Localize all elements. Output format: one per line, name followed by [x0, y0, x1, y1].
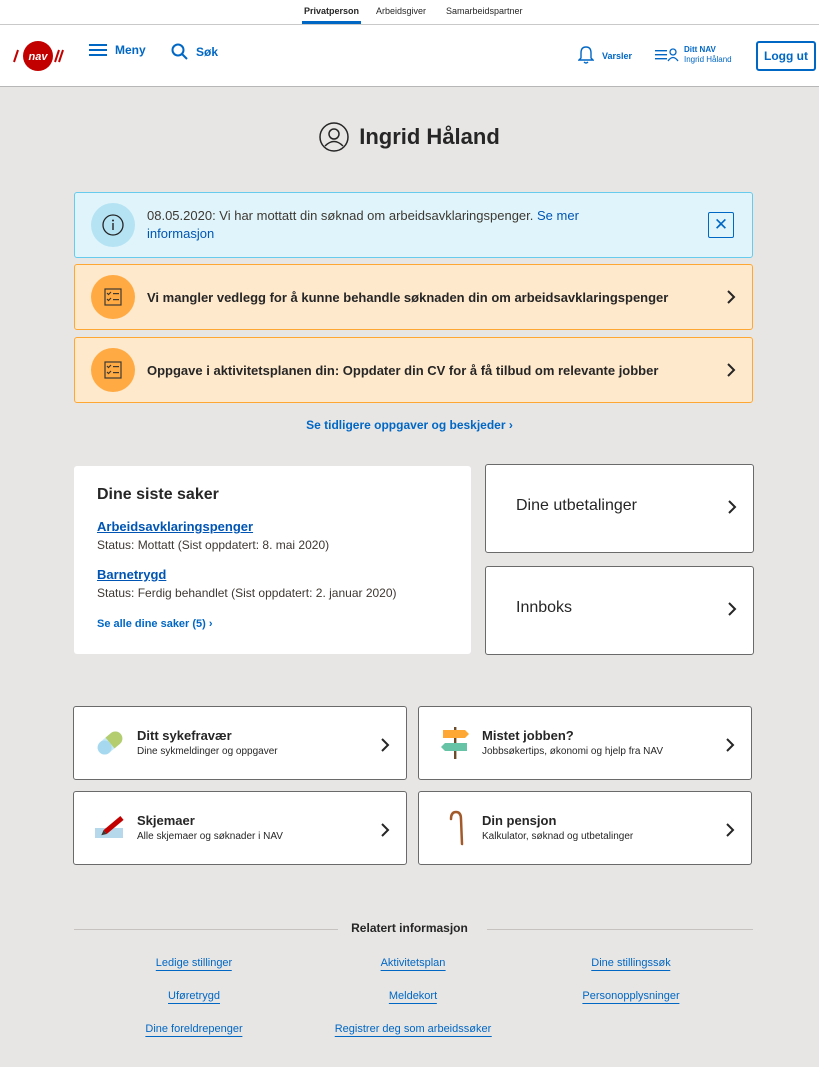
task-alert-attachment[interactable]: Vi mangler vedlegg for å kunne behandle …	[74, 264, 753, 330]
chevron-right-icon	[726, 738, 735, 752]
earlier-tasks-link[interactable]: Se tidligere oppgaver og beskjeder ›	[0, 418, 819, 432]
related-link[interactable]: Aktivitetsplan	[380, 957, 446, 971]
task-alert-text: Vi mangler vedlegg for å kunne behandle …	[147, 290, 669, 305]
task-alert-text: Oppgave i aktivitetsplanen din: Oppdater…	[147, 363, 659, 378]
panel-subtitle: Dine sykmeldinger og oppgaver	[137, 746, 278, 757]
related-link[interactable]: Dine foreldrepenger	[145, 1023, 243, 1037]
context-samarbeidspartner[interactable]: Samarbeidspartner	[446, 6, 523, 16]
case-link[interactable]: Barnetrygd	[97, 567, 166, 582]
info-alert-text: 08.05.2020: Vi har mottatt din søknad om…	[147, 207, 617, 243]
related-link[interactable]: Meldekort	[388, 990, 438, 1004]
payments-label: Dine utbetalinger	[516, 497, 637, 514]
payments-card[interactable]: Dine utbetalinger	[485, 464, 754, 553]
pill-icon	[97, 731, 123, 755]
lost-job-panel[interactable]: Mistet jobben? Jobbsøkertips, økonomi og…	[418, 706, 752, 780]
inbox-card[interactable]: Innboks	[485, 566, 754, 655]
recent-cases-title: Dine siste saker	[97, 486, 219, 503]
page-title: Ingrid Håland	[0, 122, 819, 152]
chevron-right-icon	[381, 738, 390, 752]
notifications-label: Varsler	[602, 50, 633, 61]
nav-logo[interactable]: nav	[12, 40, 64, 72]
info-circle	[91, 203, 135, 247]
search-label: Søk	[196, 44, 219, 59]
chevron-right-icon	[727, 363, 736, 377]
task-circle	[91, 275, 135, 319]
panel-title: Mistet jobben?	[482, 728, 574, 743]
checklist-icon	[104, 288, 122, 306]
chevron-right-icon	[728, 500, 737, 514]
checklist-icon	[104, 361, 122, 379]
context-arbeidsgiver[interactable]: Arbeidsgiver	[376, 6, 426, 16]
earlier-tasks-label: Se tidligere oppgaver og beskjeder	[306, 418, 506, 432]
related-link[interactable]: Personopplysninger	[582, 990, 680, 1004]
user-name: Ingrid Håland	[359, 124, 500, 149]
panel-subtitle: Jobbsøkertips, økonomi og hjelp fra NAV	[482, 746, 664, 757]
info-alert: 08.05.2020: Vi har mottatt din søknad om…	[74, 192, 753, 258]
site-header: nav Meny Søk Varsler Ditt NAV Ingrid Hål…	[0, 25, 819, 87]
chevron-right-icon: ›	[208, 618, 213, 630]
pension-panel[interactable]: Din pensjon Kalkulator, søknad og utbeta…	[418, 791, 752, 865]
sick-leave-panel[interactable]: Ditt sykefravær Dine sykmeldinger og opp…	[73, 706, 407, 780]
chevron-right-icon	[381, 823, 390, 837]
info-alert-link[interactable]: Se mer	[537, 208, 579, 223]
header-user-name: Ingrid Håland	[684, 55, 732, 64]
panel-subtitle: Kalkulator, søknad og utbetalinger	[482, 831, 634, 842]
ditt-nav-label: Ditt NAV	[684, 45, 716, 54]
notifications-button[interactable]: Varsler	[578, 46, 632, 65]
case-status: Status: Mottatt (Sist oppdatert: 8. mai …	[97, 538, 330, 552]
walking-cane-icon	[449, 810, 464, 846]
case-status: Status: Ferdig behandlet (Sist oppdatert…	[97, 586, 397, 600]
search-icon	[171, 43, 188, 60]
info-alert-link-cont[interactable]: informasjon	[147, 226, 214, 241]
panel-title: Ditt sykefravær	[137, 728, 232, 743]
case-link[interactable]: Arbeidsavklaringspenger	[97, 519, 253, 534]
all-cases-label: Se alle dine saker (5)	[97, 618, 206, 630]
chevron-right-icon	[727, 290, 736, 304]
logout-button[interactable]: Logg ut	[756, 41, 816, 71]
related-link[interactable]: Registrer deg som arbeidssøker	[334, 1023, 492, 1037]
related-link[interactable]: Ledige stillinger	[155, 957, 233, 971]
svg-text:nav: nav	[29, 51, 49, 63]
related-link[interactable]: Uføretrygd	[168, 990, 220, 1004]
signpost-icon	[441, 727, 469, 759]
form-pen-icon	[95, 816, 124, 838]
chevron-right-icon	[728, 602, 737, 616]
panel-title: Din pensjon	[482, 813, 557, 828]
panel-subtitle: Alle skjemaer og søknader i NAV	[137, 831, 283, 842]
panel-title: Skjemaer	[137, 813, 195, 828]
bell-icon	[578, 46, 594, 64]
task-alert-cv[interactable]: Oppgave i aktivitetsplanen din: Oppdater…	[74, 337, 753, 403]
inbox-label: Innboks	[516, 599, 573, 616]
ditt-nav-button[interactable]: Ditt NAV Ingrid Håland	[655, 45, 732, 65]
info-alert-message: 08.05.2020: Vi har mottatt din søknad om…	[147, 208, 537, 223]
context-privatperson[interactable]: Privatperson	[301, 6, 362, 24]
menu-label: Meny	[115, 43, 146, 57]
forms-panel[interactable]: Skjemaer Alle skjemaer og søknader i NAV	[73, 791, 407, 865]
related-title: Relatert informasjon	[351, 921, 468, 935]
close-icon: ✕	[713, 215, 729, 234]
all-cases-link[interactable]: Se alle dine saker (5) ›	[97, 618, 213, 630]
chevron-right-icon: ›	[508, 418, 513, 432]
recent-cases-card: Dine siste saker Arbeidsavklaringspenger…	[74, 466, 471, 654]
person-list-icon	[655, 48, 679, 62]
hamburger-icon	[89, 44, 107, 56]
menu-button[interactable]: Meny	[89, 43, 146, 57]
task-circle	[91, 348, 135, 392]
related-link[interactable]: Dine stillingssøk	[591, 957, 671, 971]
info-icon	[102, 214, 124, 236]
search-button[interactable]: Søk	[171, 43, 218, 60]
user-avatar-icon	[319, 122, 349, 152]
chevron-right-icon	[726, 823, 735, 837]
context-bar: Privatperson Arbeidsgiver Samarbeidspart…	[0, 0, 819, 25]
close-button[interactable]: ✕	[708, 212, 734, 238]
